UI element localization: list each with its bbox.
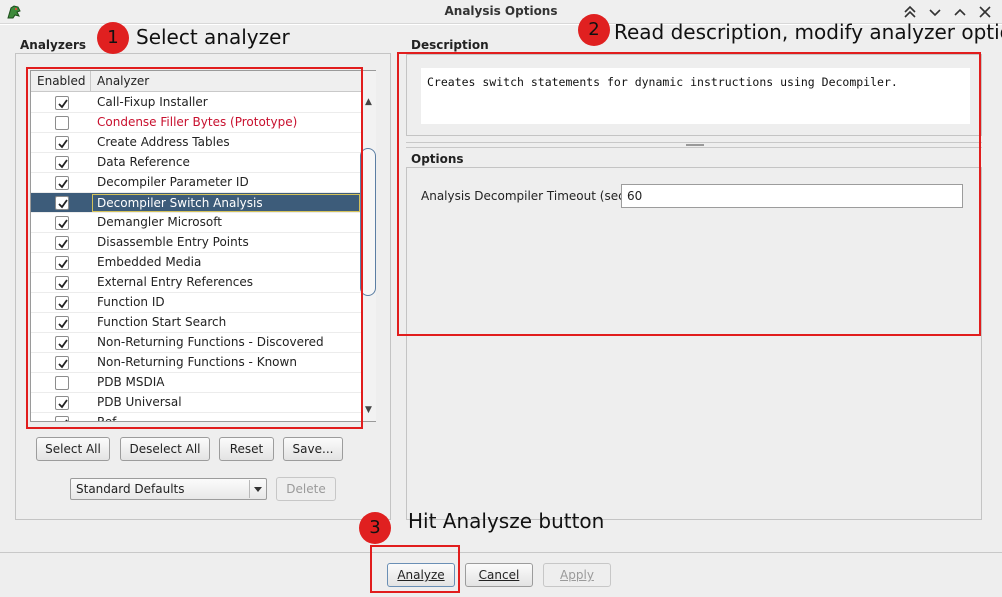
- annotation-box-options: [397, 52, 981, 336]
- maximize-chevron-up-icon[interactable]: [950, 2, 970, 22]
- deselect-all-button[interactable]: Deselect All: [120, 437, 210, 461]
- reset-button[interactable]: Reset: [219, 437, 274, 461]
- annotation-box-analyze: [370, 545, 460, 593]
- delete-button[interactable]: Delete: [276, 477, 336, 501]
- cancel-button-label: Cancel: [478, 568, 520, 582]
- profile-select[interactable]: Standard Defaults: [70, 478, 267, 500]
- annotation-text-3: Hit Analysze button: [408, 509, 605, 533]
- scroll-up-arrow-icon[interactable]: ▲: [365, 97, 372, 107]
- cancel-button[interactable]: Cancel: [465, 563, 533, 587]
- profile-select-value: Standard Defaults: [76, 482, 185, 496]
- description-title: Description: [411, 38, 489, 52]
- chevron-down-icon[interactable]: [249, 480, 265, 498]
- annotation-badge-3: 3: [359, 512, 391, 544]
- select-all-button[interactable]: Select All: [36, 437, 110, 461]
- annotation-text-1: Select analyzer: [136, 25, 290, 49]
- apply-button[interactable]: Apply: [543, 563, 611, 587]
- close-icon[interactable]: [975, 2, 995, 22]
- annotation-badge-2: 2: [578, 14, 610, 46]
- annotation-box-analyzers: [26, 67, 363, 429]
- save-button[interactable]: Save...: [283, 437, 343, 461]
- annotation-text-2: Read description, modify analyzer option…: [614, 20, 1002, 44]
- annotation-badge-1: 1: [97, 22, 129, 54]
- analyzers-title: Analyzers: [20, 38, 87, 52]
- apply-button-label: Apply: [560, 568, 594, 582]
- window-title: Analysis Options: [444, 4, 558, 18]
- minimize-chevron-down-icon[interactable]: [925, 2, 945, 22]
- footer-separator: [0, 552, 1002, 553]
- scroll-down-arrow-icon[interactable]: ▼: [365, 405, 372, 415]
- chevron-up-double-icon[interactable]: [900, 2, 920, 22]
